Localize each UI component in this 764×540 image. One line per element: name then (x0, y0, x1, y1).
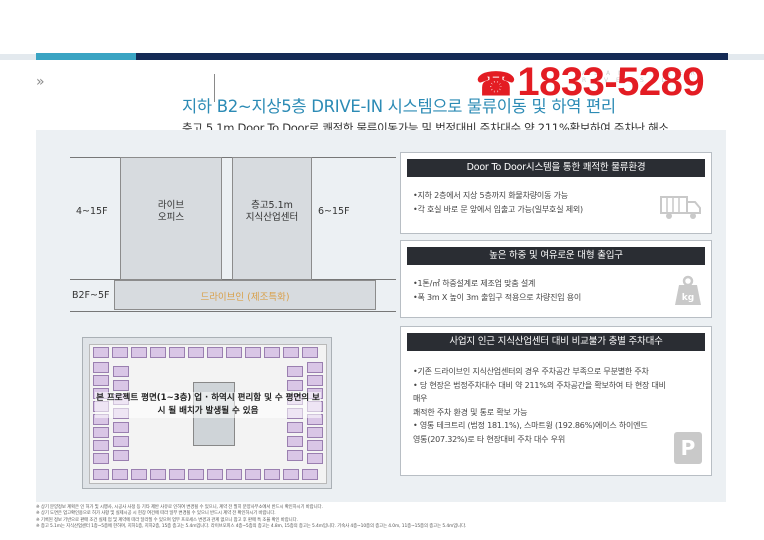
truck-icon (659, 193, 703, 227)
card-body: •기존 드라이브인 지식산업센터의 경우 주차공간 부족으로 무분별한 주차 •… (413, 365, 667, 446)
floor-plan-unit (226, 469, 242, 480)
floor-plan-unit (93, 453, 109, 464)
floor-plan-unit (150, 469, 166, 480)
floor-plan-unit (93, 362, 109, 373)
floor-plan-unit (131, 469, 147, 480)
floor-plan-unit (150, 347, 166, 358)
floor-plan-unit (113, 422, 129, 433)
weight-icon: kg (673, 275, 703, 311)
card-line: •지하 2층에서 지상 5층까지 화물차량이동 가능 (413, 191, 568, 200)
floor-plan-unit (93, 375, 109, 386)
footnote-line: ※ 층고 5.1m는 지식산업센터 1층~5층에 한하며, 지하1층, 지하2층… (36, 524, 467, 530)
floor-plan-unit (93, 427, 109, 438)
card-line: 영통(207.32%)로 타 현장대비 주차 대수 우위 (413, 434, 565, 444)
floor-plan-unit (302, 347, 318, 358)
building-section-diagram: 4~15F 라이브 오피스 층고5.1m 지식산업센터 6~15F B2F~5F… (36, 130, 396, 330)
floor-plan-unit (307, 427, 323, 438)
floor-plan-unit (287, 436, 303, 447)
card-body: •1톤/㎡ 하중설계로 제조업 맞춤 설계 •폭 3m X 높이 3m 출입구 … (413, 277, 667, 304)
floor-plan-unit (93, 469, 109, 480)
floor-plan-unit (245, 469, 261, 480)
card-line: • 영통 테크트리 (법정 181.1%), 스마트윙 (192.86%)에이스… (413, 421, 648, 430)
card-title: 높은 하중 및 여유로운 대형 출입구 (407, 247, 705, 265)
parking-icon-text: P (681, 436, 696, 460)
floor-plan-unit (283, 347, 299, 358)
live-office-label: 라이브 오피스 (157, 200, 185, 223)
floor-plan-unit (287, 450, 303, 461)
floor-plan-unit (283, 469, 299, 480)
floor-plan-unit (307, 453, 323, 464)
floor-plan-unit (188, 469, 204, 480)
page-title: 지하 B2~지상5층 DRIVE-IN 시스템으로 물류이동 및 하역 편리 (182, 97, 616, 116)
level-line (70, 311, 396, 312)
floor-plan-unit (113, 366, 129, 377)
floor-plan: 본 프로젝트 평면(1~3층) 업 · 하역시 편리함 및 수 평면의 보시 될… (82, 337, 332, 489)
right-floor-label: 6~15F (318, 206, 350, 217)
floor-plan-unit (207, 469, 223, 480)
floor-plan-unit (302, 469, 318, 480)
lower-floor-label: B2F~5F (72, 290, 110, 301)
info-card-parking: 사업지 인근 지식산업센터 대비 비교불가 충별 주차대수 •기존 드라이브인 … (400, 326, 712, 476)
card-title: Door To Door시스템을 통한 쾌적한 물류환경 (407, 159, 705, 177)
floor-plan-unit (264, 469, 280, 480)
floor-plan-unit (131, 347, 147, 358)
drive-in-label: 드라이브인 (제조특화) (200, 292, 290, 303)
floor-plan-unit (113, 380, 129, 391)
card-line: •각 호실 바로 문 앞에서 입출고 가능(일부호실 제외) (413, 204, 583, 214)
floor-plan-unit (188, 347, 204, 358)
floor-plan-unit (207, 347, 223, 358)
floor-plan-unit (307, 375, 323, 386)
parking-icon: P (673, 431, 703, 469)
footnotes: ※ 상기 분양정보 계획은 인 허가 및 시행사, 시공사 사정 등 기타 제반… (36, 505, 736, 531)
floor-plan-unit (287, 380, 303, 391)
floor-plan-unit (169, 469, 185, 480)
weight-icon-text: kg (682, 293, 694, 303)
card-line: 쾌적한 주차 환경 및 통로 확보 가능 (413, 407, 528, 417)
card-line: •1톤/㎡ 하중설계로 제조업 맞춤 설계 (413, 279, 536, 288)
card-line: • 당 현장은 법정주차대수 대비 약 211%의 주차공간을 확보하여 타 현… (413, 380, 666, 404)
floor-plan-unit (245, 347, 261, 358)
info-card-load-capacity: 높은 하중 및 여유로운 대형 출입구 •1톤/㎡ 하중설계로 제조업 맞춤 설… (400, 240, 712, 318)
floor-plan-unit (226, 347, 242, 358)
info-card-door-to-door: Door To Door시스템을 통한 쾌적한 물류환경 •지하 2층에서 지상… (400, 152, 712, 234)
knowledge-center-block: 층고5.1m 지식산업센터 (232, 157, 312, 280)
floor-plan-unit (112, 469, 128, 480)
floor-plan-unit (93, 440, 109, 451)
knowledge-center-label: 층고5.1m 지식산업센터 (245, 200, 299, 223)
card-line: •기존 드라이브인 지식산업센터의 경우 주차공간 부족으로 무분별한 주차 (413, 367, 649, 376)
live-office-block: 라이브 오피스 (120, 157, 222, 280)
left-floor-label: 4~15F (76, 206, 108, 217)
floor-plan-unit (287, 366, 303, 377)
floor-plan-unit (93, 347, 109, 358)
drive-in-block: 드라이브인 (제조특화) (114, 280, 376, 310)
floor-plan-unit (169, 347, 185, 358)
floor-plan-note: 본 프로젝트 평면(1~3층) 업 · 하역시 편리함 및 수 평면의 보시 될… (95, 392, 321, 418)
card-body: •지하 2층에서 지상 5층까지 화물차량이동 가능 •각 호실 바로 문 앞에… (413, 189, 667, 216)
floor-plan-unit (112, 347, 128, 358)
floor-plan-unit (113, 450, 129, 461)
floor-plan-unit (307, 362, 323, 373)
header-bar-accent (36, 53, 136, 60)
floor-plan-unit (287, 422, 303, 433)
header-bar-navy (136, 53, 728, 60)
double-chevron-icon: » (36, 74, 44, 90)
floor-plan-unit (264, 347, 280, 358)
card-title: 사업지 인근 지식산업센터 대비 비교불가 충별 주차대수 (407, 333, 705, 351)
floor-plan-unit (307, 440, 323, 451)
floor-plan-unit (113, 436, 129, 447)
card-line: •폭 3m X 높이 3m 출입구 적용으로 차량진입 용이 (413, 292, 582, 302)
